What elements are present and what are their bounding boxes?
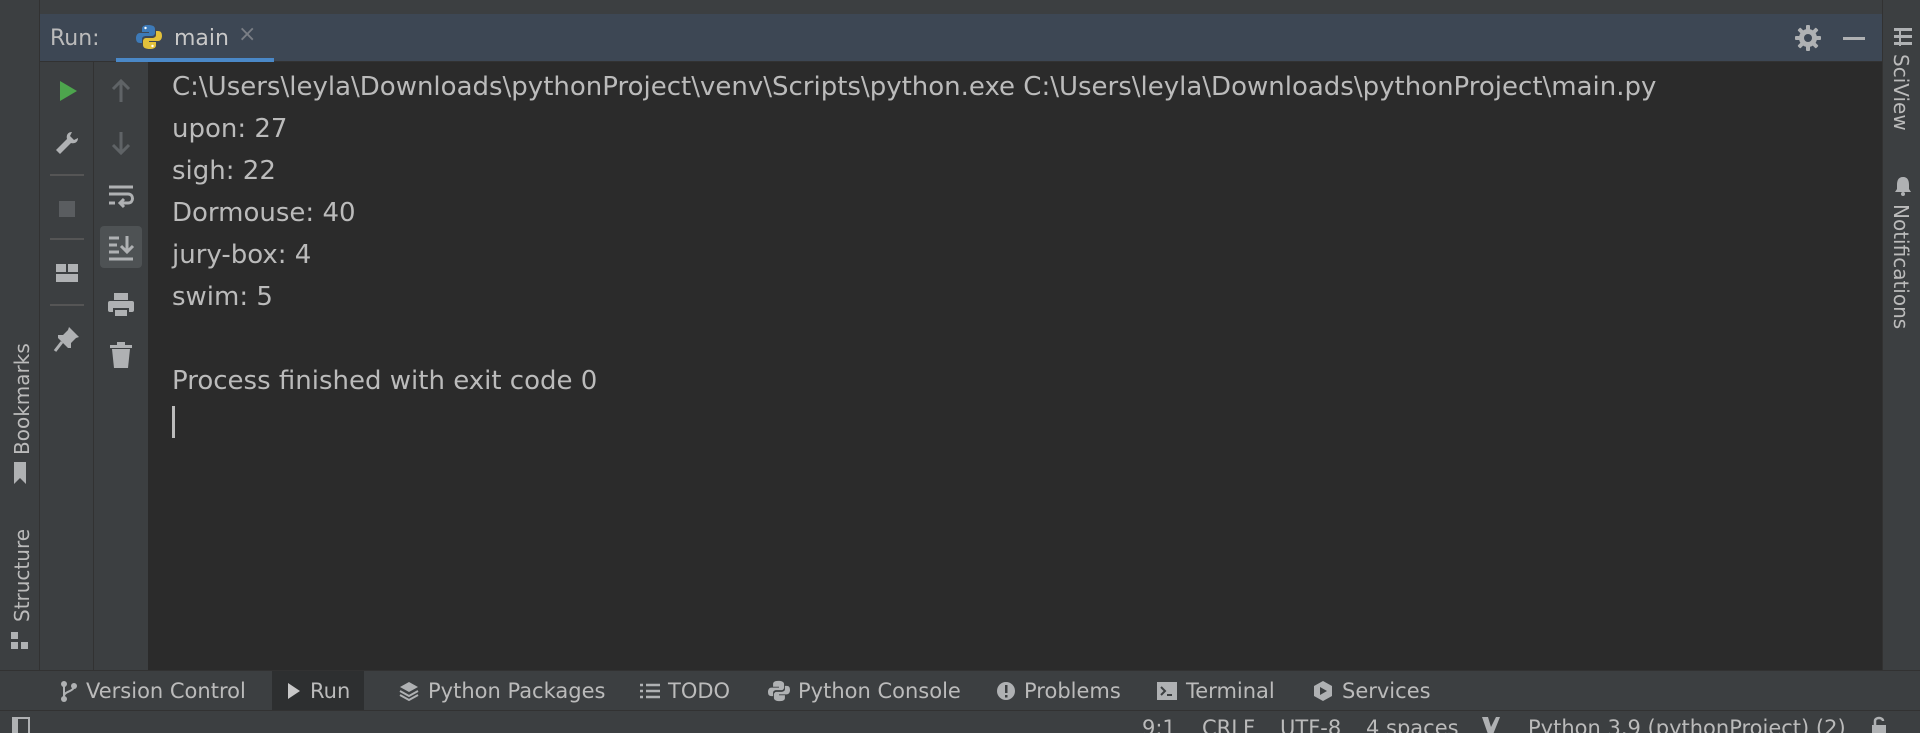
sciview-icon <box>1894 28 1912 46</box>
right-tool-strip: SciView Notifications <box>1882 0 1920 670</box>
tab-terminal-label: Terminal <box>1186 679 1275 703</box>
tab-python-packages[interactable]: Python Packages <box>398 671 605 711</box>
bottom-tool-window-bar: Version Control Run Python Packages TODO… <box>0 670 1920 711</box>
wrench-icon[interactable] <box>52 128 82 158</box>
minimize-icon[interactable] <box>1843 37 1865 40</box>
bookmarks-tab[interactable]: Bookmarks <box>10 343 34 455</box>
notifications-label: Notifications <box>1889 204 1913 330</box>
status-bar: 9:1 CRLF UTF-8 4 spaces Python 3.9 (pyth… <box>0 710 1920 733</box>
console-line: swim: 5 <box>172 282 273 312</box>
soft-wrap-icon[interactable] <box>106 180 136 210</box>
run-toolbar-primary <box>40 62 94 670</box>
run-icon <box>288 683 300 699</box>
line-separator[interactable]: CRLF <box>1202 716 1255 733</box>
tab-version-control[interactable]: Version Control <box>60 671 246 711</box>
console-line: upon: 27 <box>172 114 288 144</box>
separator <box>50 174 84 176</box>
arrow-up-icon[interactable] <box>106 76 136 106</box>
vcs-icon <box>61 681 77 702</box>
notifications-tab[interactable]: Notifications <box>1889 204 1913 329</box>
python-icon <box>768 680 790 702</box>
caret-position[interactable]: 9:1 <box>1142 716 1176 733</box>
console-line: Dormouse: 40 <box>172 198 356 228</box>
trash-icon[interactable] <box>106 340 136 370</box>
layout-icon[interactable] <box>52 258 82 288</box>
gear-icon[interactable] <box>1795 25 1821 51</box>
list-icon <box>640 683 660 699</box>
tab-python-console-label: Python Console <box>798 679 961 703</box>
run-tool-window-header: Run: main × <box>40 14 1882 62</box>
tab-run[interactable]: Run <box>272 671 365 711</box>
tab-python-packages-label: Python Packages <box>428 679 606 703</box>
panel-toggle-icon[interactable] <box>12 717 30 733</box>
python-interpreter[interactable]: Python 3.9 (pythonProject) (2) <box>1528 716 1846 733</box>
separator <box>50 304 84 306</box>
lock-icon[interactable] <box>1870 715 1888 733</box>
pin-icon[interactable] <box>52 324 82 354</box>
tab-services[interactable]: Services <box>1312 671 1431 711</box>
close-icon[interactable]: × <box>238 22 256 47</box>
print-icon[interactable] <box>106 290 136 320</box>
terminal-icon <box>1157 682 1177 700</box>
bookmark-icon <box>14 462 26 484</box>
bell-icon <box>1895 177 1911 196</box>
tab-main-label: main <box>174 26 229 51</box>
tab-terminal[interactable]: Terminal <box>1156 671 1275 711</box>
tab-python-console[interactable]: Python Console <box>768 671 961 711</box>
tab-problems[interactable]: Problems <box>996 671 1121 711</box>
tab-version-control-label: Version Control <box>86 679 246 703</box>
console-line: jury-box: 4 <box>172 240 312 270</box>
tab-problems-label: Problems <box>1024 679 1121 703</box>
left-tool-strip: Bookmarks Structure <box>0 0 40 670</box>
services-icon <box>1314 681 1332 701</box>
console-line: C:\Users\leyla\Downloads\pythonProject\v… <box>172 72 1657 102</box>
file-encoding[interactable]: UTF-8 <box>1280 716 1341 733</box>
structure-icon <box>11 632 28 649</box>
tab-services-label: Services <box>1342 679 1431 703</box>
arrow-down-icon[interactable] <box>106 128 136 158</box>
top-strip <box>0 0 1920 14</box>
tab-run-label: Run <box>310 679 351 703</box>
console-line: Process finished with exit code 0 <box>172 366 598 396</box>
structure-tab[interactable]: Structure <box>10 529 34 622</box>
scroll-to-end-icon[interactable] <box>106 232 136 262</box>
run-toolbar-secondary <box>94 62 149 670</box>
indent-setting[interactable]: 4 spaces <box>1366 716 1459 733</box>
run-label: Run: <box>50 26 100 51</box>
stop-icon[interactable] <box>52 194 82 224</box>
tab-main[interactable]: main × <box>116 14 274 62</box>
console-output[interactable]: C:\Users\leyla\Downloads\pythonProject\v… <box>150 62 1882 670</box>
structure-label: Structure <box>10 528 34 622</box>
layers-icon <box>399 682 419 702</box>
sciview-label: SciView <box>1889 54 1913 131</box>
separator <box>50 238 84 240</box>
info-icon <box>997 682 1015 700</box>
sciview-tab[interactable]: SciView <box>1889 54 1913 131</box>
console-line: sigh: 22 <box>172 156 276 186</box>
tab-todo[interactable]: TODO <box>640 671 730 711</box>
text-caret <box>172 406 175 438</box>
python-file-icon <box>136 25 162 49</box>
tab-todo-label: TODO <box>668 679 731 703</box>
bookmarks-label: Bookmarks <box>10 343 34 455</box>
vim-icon[interactable] <box>1480 715 1502 733</box>
rerun-icon[interactable] <box>52 76 82 106</box>
